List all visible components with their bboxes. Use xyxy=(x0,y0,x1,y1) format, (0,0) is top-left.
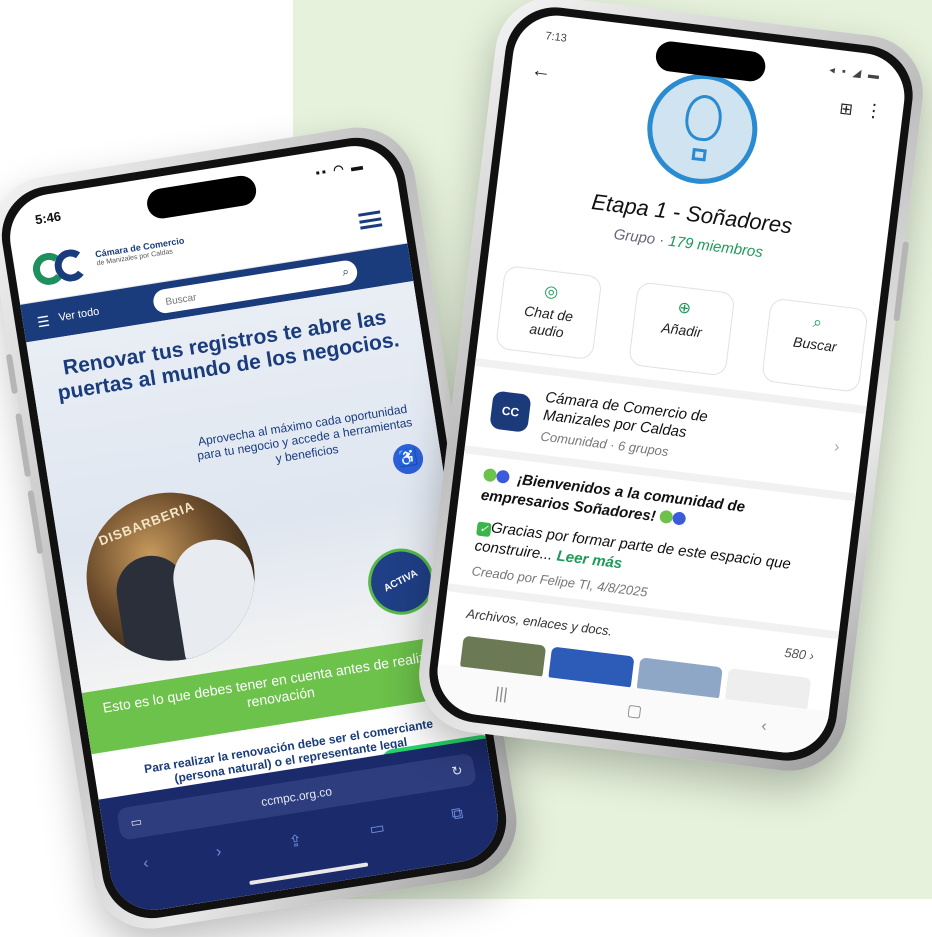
more-options-icon[interactable]: ⋮ xyxy=(864,100,884,123)
community-icon: CC xyxy=(489,390,532,433)
phone-right: 7:13 ◂ ▪ ◢ ▬ ← ⊞ ⋮ Etapa 1 - Soñadores G… xyxy=(412,0,930,778)
back-arrow-icon[interactable]: ← xyxy=(530,59,553,84)
files-count: 580 › xyxy=(783,644,815,664)
status-time: 7:13 xyxy=(544,30,568,45)
tabs-icon[interactable]: ⧉ xyxy=(450,805,465,832)
add-member-button[interactable]: ⊕ Añadir xyxy=(628,281,736,377)
brand-name: Cámara de Comercio de Manizales por Cald… xyxy=(94,235,186,268)
share-icon[interactable]: ⇪ xyxy=(287,830,304,858)
volume-down-button xyxy=(27,490,44,555)
status-icons: ▪▪ ◠ ▬ xyxy=(314,158,366,180)
status-icons: ◂ ▪ ◢ ▬ xyxy=(828,64,882,83)
search-button[interactable]: ⌕ Buscar xyxy=(761,297,869,393)
bookmarks-icon[interactable]: ▭ xyxy=(368,817,387,845)
home-icon[interactable]: ▢ xyxy=(626,700,643,722)
person-figure xyxy=(167,534,266,666)
back-icon[interactable]: ‹ xyxy=(760,718,767,737)
green-circle-icon xyxy=(659,509,674,524)
home-indicator[interactable] xyxy=(249,862,369,886)
balloon-icon xyxy=(682,92,725,144)
accessibility-icon[interactable]: ♿ xyxy=(390,441,426,477)
reload-icon[interactable]: ↻ xyxy=(449,755,465,788)
url-text: ccmpc.org.co xyxy=(260,784,333,810)
hero-subtitle: Aprovecha al máximo cada oportunidad par… xyxy=(196,401,414,466)
menu-icon[interactable]: ☰ xyxy=(36,313,51,332)
mute-switch xyxy=(5,353,19,395)
green-circle-icon xyxy=(482,467,498,483)
forward-icon[interactable]: › xyxy=(215,843,224,870)
tab-icon[interactable]: ▭ xyxy=(128,805,144,838)
chamber-logo[interactable] xyxy=(30,243,94,292)
ver-todo-link[interactable]: Ver todo xyxy=(58,306,100,324)
hero-photo: DISBARBERIA xyxy=(74,480,267,673)
hero-banner: Renovar tus registros te abre las puerta… xyxy=(26,281,469,693)
volume-up-button xyxy=(15,413,32,478)
group-avatar[interactable] xyxy=(641,67,764,191)
photo-sign: DISBARBERIA xyxy=(96,498,197,549)
audio-chat-button[interactable]: ◎ Chat de audio xyxy=(495,264,603,361)
balloon-basket xyxy=(691,147,707,162)
blue-circle-icon xyxy=(672,510,687,526)
recents-icon[interactable]: ||| xyxy=(494,685,508,704)
search-icon[interactable]: ⌕ xyxy=(341,264,350,280)
action-label: Chat de audio xyxy=(523,302,574,341)
files-label: Archivos, enlaces y docs. xyxy=(465,605,614,639)
chevron-right-icon: › xyxy=(833,438,841,456)
hamburger-menu-icon[interactable] xyxy=(358,210,383,230)
members-count[interactable]: 179 miembros xyxy=(667,233,763,261)
right-screen: 7:13 ◂ ▪ ◢ ▬ ← ⊞ ⋮ Etapa 1 - Soñadores G… xyxy=(432,10,910,758)
qr-code-icon[interactable]: ⊞ xyxy=(838,99,854,120)
group-type: Grupo · xyxy=(612,225,670,250)
back-icon[interactable]: ‹ xyxy=(142,855,151,882)
status-time: 5:46 xyxy=(33,208,62,228)
blue-circle-icon xyxy=(495,469,511,484)
